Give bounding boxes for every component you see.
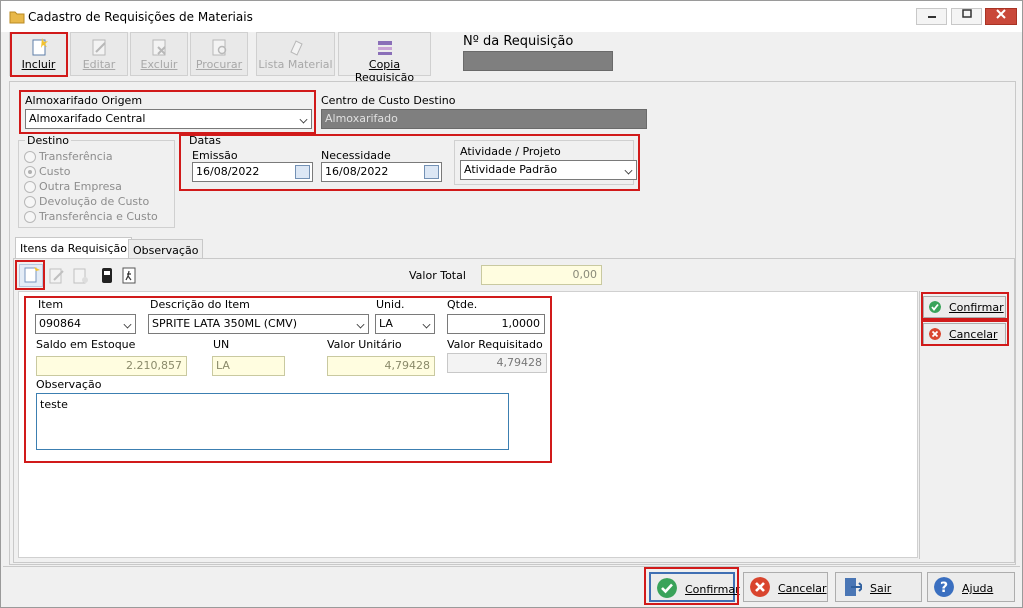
minimize-button[interactable] [916,8,947,25]
cancel-circle-icon [750,577,770,597]
maximize-icon [961,9,972,18]
radio-custo[interactable] [24,166,36,178]
edit-icon [92,39,106,56]
title-bar: Cadastro de Requisições de Materiais [1,1,1022,32]
exit-door-icon [845,578,862,596]
svg-text:?: ? [940,580,948,596]
tab-observacao[interactable]: Observação [128,239,204,259]
radio-transferencia[interactable] [24,151,36,163]
editar-button[interactable]: Editar [70,32,128,76]
incluir-highlight [10,32,68,77]
valor-total-field: 0,00 [481,265,602,285]
app-folder-icon [9,11,25,24]
ajuda-button[interactable]: ? Ajuda [927,572,1015,602]
close-icon [996,9,1006,19]
item-edit-icon[interactable] [48,267,66,285]
radio-label-custo: Custo [39,165,71,178]
maximize-button[interactable] [951,8,982,25]
main-window: Cadastro de Requisições de Materiais Inc… [0,0,1023,608]
search-icon [212,39,227,56]
copy-requisition-icon [377,41,392,55]
close-button[interactable] [985,8,1017,25]
item-form-highlight [24,296,552,463]
item-walk-icon[interactable] [122,267,136,284]
item-delete-icon[interactable] [72,267,90,285]
cancelar-button[interactable]: Cancelar [743,572,828,602]
radio-transferencia-custo[interactable] [24,211,36,223]
radio-label-devolucao-custo: Devolução de Custo [39,195,150,208]
radio-label-transferencia-custo: Transferência e Custo [39,210,158,223]
side-confirmar-highlight [921,292,1009,320]
procurar-button[interactable]: Procurar [190,32,248,76]
tab-itens-requisicao[interactable]: Itens da Requisição [15,237,132,259]
radio-outra-empresa[interactable] [24,181,36,193]
delete-document-icon [152,39,166,56]
list-icon [289,40,303,56]
radio-label-outra-empresa: Outra Empresa [39,180,122,193]
confirmar-highlight [644,567,739,605]
window-title: Cadastro de Requisições de Materiais [28,10,253,24]
help-icon: ? [934,577,954,597]
valor-total-label: Valor Total [409,269,466,282]
sair-button[interactable]: Sair [835,572,922,602]
item-new-highlight [15,260,45,290]
copia-requisicao-button[interactable]: Copia Requisição [338,32,431,84]
excluir-button[interactable]: Excluir [130,32,188,76]
centro-custo-label: Centro de Custo Destino [321,94,456,107]
datas-atividade-highlight [179,134,640,191]
radio-devolucao-custo[interactable] [24,196,36,208]
radio-label-transferencia: Transferência [39,150,113,163]
lista-material-button[interactable]: Lista Material [256,32,335,76]
item-barcode-icon[interactable] [101,267,113,284]
n-requisicao-label: Nº da Requisição [463,34,574,49]
origem-highlight [19,90,316,134]
bottom-divider [3,566,1020,567]
minimize-icon [927,16,936,18]
n-requisicao-field[interactable] [463,51,613,71]
centro-custo-field[interactable]: Almoxarifado [321,109,647,129]
destino-label: Destino [25,134,72,147]
side-cancelar-highlight [921,320,1009,346]
